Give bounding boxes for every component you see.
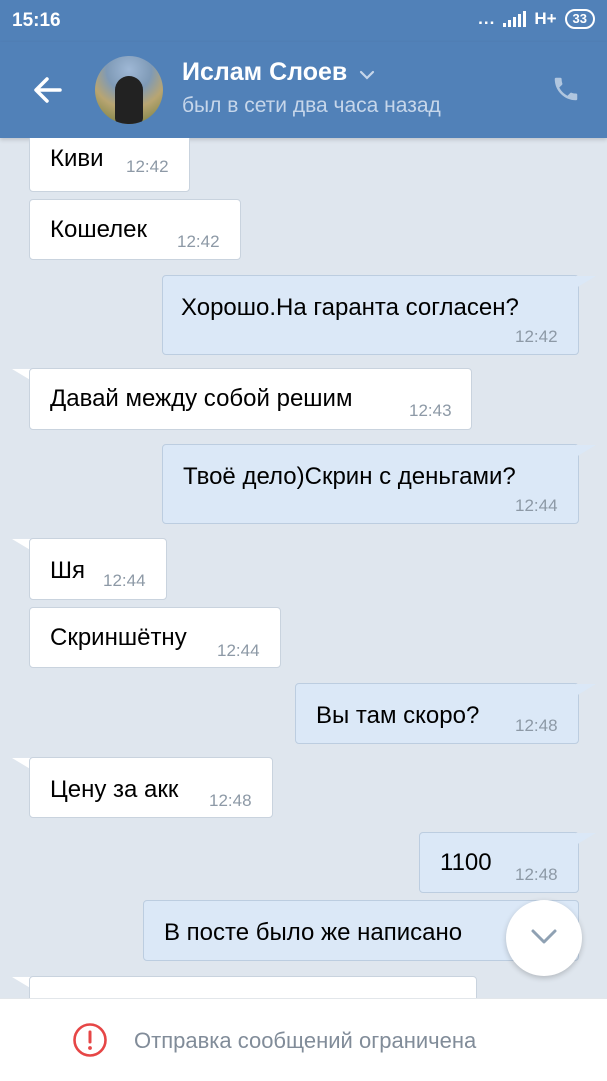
- incoming-message[interactable]: Кошелек 12:42: [29, 199, 241, 260]
- incoming-message[interactable]: Давай между собой решим 12:43: [29, 368, 472, 430]
- incoming-message[interactable]: Киви 12:42: [29, 138, 190, 192]
- contact-status: был в сети два часа назад: [182, 94, 441, 117]
- outgoing-message[interactable]: Твоё дело)Скрин с деньгами? 12:44: [162, 444, 579, 524]
- message-text: Шя: [50, 557, 85, 584]
- notification-dots: ...: [478, 9, 496, 28]
- message-text: Давай между собой решим: [50, 385, 353, 412]
- message-time: 12:42: [515, 327, 558, 346]
- contact-name[interactable]: Ислам Слоев: [182, 58, 347, 87]
- chat-header: Ислам Слоев был в сети два часа назад: [0, 42, 607, 138]
- message-text: Киви: [50, 145, 104, 172]
- outgoing-message[interactable]: Хорошо.На гаранта согласен? 12:42: [162, 275, 579, 355]
- message-restricted-bar: Отправка сообщений ограничена: [0, 998, 607, 1081]
- incoming-message[interactable]: [29, 976, 477, 998]
- chevron-down-icon: [531, 929, 557, 944]
- incoming-message[interactable]: Скриншётну 12:44: [29, 607, 281, 668]
- message-list[interactable]: Киви 12:42 Кошелек 12:42 Хорошо.На гаран…: [0, 138, 607, 998]
- outgoing-message[interactable]: 1100 12:48: [419, 832, 579, 893]
- scroll-down-button[interactable]: [506, 900, 582, 976]
- message-text: Хорошо.На гаранта согласен?: [181, 294, 519, 321]
- message-text: Твоё дело)Скрин с деньгами?: [183, 463, 516, 490]
- message-text: 1100: [440, 849, 492, 876]
- message-text: Вы там скоро?: [316, 702, 480, 729]
- incoming-message[interactable]: Цену за акк 12:48: [29, 757, 273, 818]
- message-text: Скриншётну: [50, 624, 187, 651]
- message-time: 12:48: [209, 791, 252, 810]
- message-text: Кошелек: [50, 216, 147, 243]
- avatar[interactable]: [95, 56, 163, 124]
- bubble-tail: [576, 833, 596, 845]
- message-time: 12:42: [126, 157, 169, 176]
- bubble-tail: [576, 276, 596, 288]
- back-arrow-icon[interactable]: [30, 72, 66, 108]
- message-time: 12:44: [515, 496, 558, 515]
- message-text: В посте было же написано: [164, 919, 463, 946]
- status-time: 15:16: [12, 10, 61, 31]
- network-type: H+: [534, 9, 557, 28]
- warning-icon: [73, 1023, 107, 1057]
- chevron-down-icon[interactable]: [358, 68, 376, 82]
- battery-icon: 33: [564, 9, 595, 29]
- incoming-message[interactable]: Шя 12:44: [29, 538, 167, 600]
- message-time: 12:43: [409, 401, 452, 420]
- message-text: Цену за акк: [50, 776, 179, 803]
- message-time: 12:48: [515, 865, 558, 884]
- bubble-tail: [576, 445, 596, 457]
- outgoing-message[interactable]: Вы там скоро? 12:48: [295, 683, 579, 744]
- status-icons: ... H+ 33: [478, 9, 595, 29]
- message-time: 12:44: [217, 641, 260, 660]
- restriction-notice: Отправка сообщений ограничена: [134, 1028, 477, 1053]
- message-time: 12:48: [515, 716, 558, 735]
- message-time: 12:42: [177, 232, 220, 251]
- bubble-tail: [576, 684, 596, 696]
- phone-icon[interactable]: [551, 74, 581, 104]
- message-time: 12:44: [103, 571, 146, 590]
- signal-icon: [503, 11, 527, 27]
- status-bar: 15:16 ... H+ 33: [0, 0, 607, 42]
